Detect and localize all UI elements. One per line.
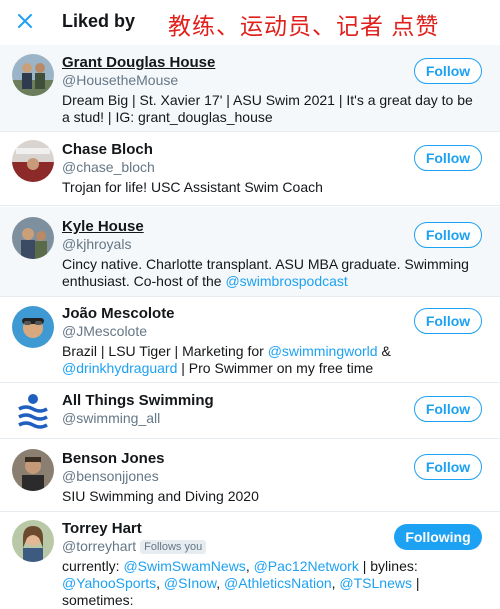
user-handle[interactable]: @bensonjjones (62, 468, 159, 484)
user-bio: Trojan for life! USC Assistant Swim Coac… (62, 179, 323, 195)
user-name[interactable]: Kyle House (62, 218, 144, 235)
page-title: Liked by (62, 11, 136, 31)
user-handle-text[interactable]: @torreyhart (62, 538, 136, 554)
user-handle[interactable]: @JMescolote (62, 323, 147, 339)
mention-link[interactable]: @swimbrospodcast (225, 273, 347, 289)
avatar[interactable] (12, 54, 54, 96)
follow-button[interactable]: Follow (414, 308, 482, 334)
bio-text: & (377, 343, 391, 359)
follow-button[interactable]: Follow (414, 58, 482, 84)
bio-text: | Pro Swimmer on my free time (177, 360, 374, 376)
user-name[interactable]: João Mescolote (62, 305, 175, 322)
mention-link[interactable]: @drinkhydraguard (62, 360, 177, 376)
user-handle[interactable]: @chase_bloch (62, 159, 155, 175)
list-item-user[interactable]: Torrey Hart @torreyhart Follows you curre… (0, 513, 500, 608)
follow-button[interactable]: Follow (414, 145, 482, 171)
user-handle[interactable]: @kjhroyals (62, 236, 131, 252)
bio-text: currently: (62, 558, 124, 574)
mention-link[interactable]: @SwimSwamNews (123, 558, 245, 574)
list-item-user[interactable]: Grant Douglas House @HousetheMouse Dream… (0, 45, 500, 132)
avatar[interactable] (12, 140, 54, 182)
mention-link[interactable]: @YahooSports (62, 575, 156, 591)
avatar[interactable] (12, 306, 54, 348)
bio-text: , (156, 575, 164, 591)
user-name[interactable]: Torrey Hart (62, 520, 142, 537)
user-bio: SIU Swimming and Diving 2020 (62, 488, 259, 504)
mention-link[interactable]: @swimmingworld (268, 343, 378, 359)
user-bio: Cincy native. Charlotte transplant. ASU … (62, 256, 482, 290)
bio-text: , (216, 575, 225, 591)
mention-link[interactable]: @AthleticsNation (224, 575, 332, 591)
user-name[interactable]: Chase Bloch (62, 141, 153, 158)
list-item-user[interactable]: Chase Bloch @chase_bloch Trojan for life… (0, 133, 500, 206)
list-item-user[interactable]: João Mescolote @JMescolote Brazil | LSU … (0, 298, 500, 383)
user-name[interactable]: Grant Douglas House (62, 54, 215, 71)
avatar[interactable] (12, 217, 54, 259)
follow-button[interactable]: Follow (414, 222, 482, 248)
user-handle[interactable]: @HousetheMouse (62, 72, 178, 88)
bio-text: , (245, 558, 254, 574)
list-item-user[interactable]: Kyle House @kjhroyals Cincy native. Char… (0, 207, 500, 297)
user-handle[interactable]: @swimming_all (62, 410, 160, 426)
user-bio: currently: @SwimSwamNews, @Pac12Network … (62, 558, 482, 609)
mention-link[interactable]: @Pac12Network (254, 558, 359, 574)
user-handle: @torreyhart Follows you (62, 538, 207, 554)
user-bio: Dream Big | St. Xavier 17' | ASU Swim 20… (62, 92, 473, 125)
following-button[interactable]: Following (394, 524, 482, 550)
list-item-user[interactable]: Benson Jones @bensonjjones SIU Swimming … (0, 440, 500, 512)
overlay-caption: 教练、运动员、记者 点赞 (168, 13, 440, 39)
follow-button[interactable]: Follow (414, 454, 482, 480)
avatar[interactable] (12, 449, 54, 491)
user-name[interactable]: Benson Jones (62, 450, 165, 467)
bio-text: | bylines: (358, 558, 418, 574)
swimmer-logo-icon[interactable] (12, 390, 54, 432)
mention-link[interactable]: @SInow (164, 575, 216, 591)
user-bio: Brazil | LSU Tiger | Marketing for @swim… (62, 343, 482, 377)
follows-you-badge: Follows you (140, 540, 207, 554)
user-name[interactable]: All Things Swimming (62, 392, 214, 409)
liked-by-header: Liked by 教练、运动员、记者 点赞 (0, 0, 500, 44)
list-item-user[interactable]: All Things Swimming @swimming_all Follow (0, 384, 500, 439)
avatar[interactable] (12, 520, 54, 562)
mention-link[interactable]: @TSLnews (339, 575, 412, 591)
follow-button[interactable]: Follow (414, 396, 482, 422)
bio-text: Brazil | LSU Tiger | Marketing for (62, 343, 268, 359)
close-icon[interactable] (14, 8, 36, 32)
